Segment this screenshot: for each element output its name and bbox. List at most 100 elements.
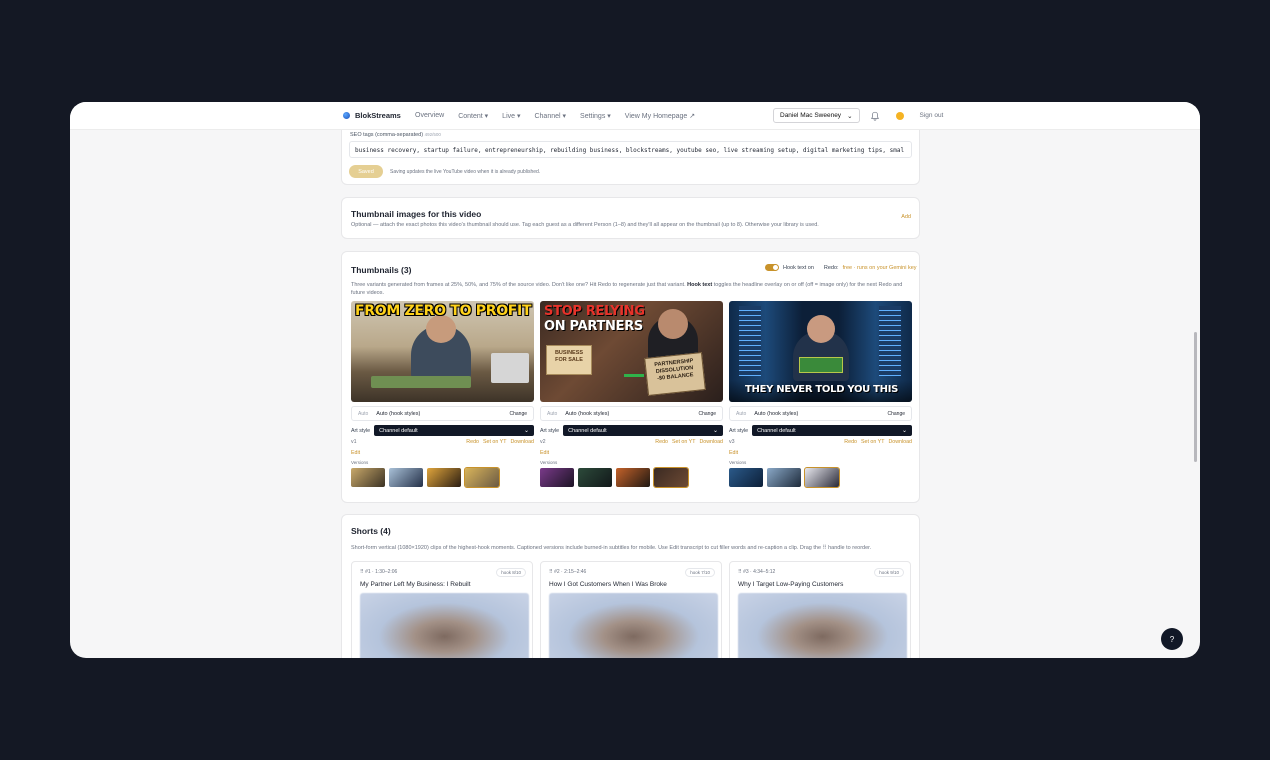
hook-style-value: Auto (hook styles) <box>754 410 799 417</box>
money-stack <box>371 376 471 388</box>
version-thumb[interactable] <box>540 468 574 487</box>
version-label: v3 <box>729 439 735 445</box>
redo-button[interactable]: Redo <box>466 439 479 445</box>
version-thumb-selected[interactable] <box>653 467 689 488</box>
nav-live[interactable]: Live ▾ <box>502 112 520 120</box>
version-thumb[interactable] <box>578 468 612 487</box>
user-select[interactable]: Daniel Mac Sweeney ⌄ <box>773 108 860 123</box>
short-video-preview[interactable] <box>549 593 718 658</box>
short-time: #1 · 1:30–2:06 <box>365 569 398 575</box>
shorts-card: Shorts (4) Short-form vertical (1080×192… <box>341 514 920 658</box>
edit-button[interactable]: Edit <box>729 450 912 456</box>
art-style-value: Channel default <box>379 427 418 434</box>
hook-score-badge: hook 9/10 <box>874 568 904 577</box>
art-style-select[interactable]: Channel default ⌄ <box>563 425 723 436</box>
chevron-down-icon: ⌄ <box>523 428 529 434</box>
change-button[interactable]: Change <box>698 411 716 417</box>
bell-icon[interactable] <box>870 111 880 121</box>
thumbnail-image-2[interactable]: BUSINESS FOR SALE PARTNERSHIP DISSOLUTION -… <box>540 301 723 402</box>
version-thumbs <box>729 467 912 488</box>
art-style-label: Art style <box>540 427 560 434</box>
add-images-button[interactable]: Add <box>901 214 911 220</box>
set-on-yt-button[interactable]: Set on YT <box>861 439 884 445</box>
versions-label: Versions <box>729 460 747 465</box>
short-title: How I Got Customers When I Was Broke <box>549 581 667 588</box>
art-style-value: Channel default <box>568 427 607 434</box>
drag-handle-icon[interactable]: ⠿ <box>360 569 364 575</box>
versions-label: Versions <box>351 460 369 465</box>
short-card[interactable]: ⠿ #2 · 2:15–2:46 hook 7/10 How I Got Cus… <box>540 561 722 658</box>
art-style-label: Art style <box>351 427 371 434</box>
thumbnail-variant-3: THEY NEVER TOLD YOU THIS Auto Auto (hook… <box>729 301 912 488</box>
art-style-row: Art style Channel default ⌄ <box>729 425 912 436</box>
version-thumb[interactable] <box>389 468 423 487</box>
versions-label: Versions <box>540 460 558 465</box>
hook-text-toggle[interactable] <box>765 264 779 271</box>
hook-style-value: Auto (hook styles) <box>376 410 421 417</box>
thumbnail-images-desc: Optional — attach the exact photos this … <box>351 222 819 228</box>
version-thumb-selected[interactable] <box>804 467 840 488</box>
short-title: My Partner Left My Business: I Rebuilt <box>360 581 471 588</box>
thumbnail-variant-1: FROM ZERO TO PROFIT Auto Auto (hook styl… <box>351 301 534 488</box>
short-card[interactable]: ⠿ #1 · 1:30–2:06 hook 8/10 My Partner Le… <box>351 561 533 658</box>
version-thumb-selected[interactable] <box>464 467 500 488</box>
download-button[interactable]: Download <box>699 439 723 445</box>
version-thumb[interactable] <box>616 468 650 487</box>
change-button[interactable]: Change <box>887 411 905 417</box>
change-button[interactable]: Change <box>509 411 527 417</box>
save-button[interactable]: Saved <box>349 165 383 178</box>
seo-tags-input[interactable]: business recovery, startup failure, entr… <box>349 141 912 158</box>
short-time: #3 · 4:34–5:12 <box>743 569 776 575</box>
short-title: Why I Target Low-Paying Customers <box>738 581 844 588</box>
set-on-yt-button[interactable]: Set on YT <box>672 439 695 445</box>
redo-button[interactable]: Redo <box>844 439 857 445</box>
thumbnails-desc-b: Hook text <box>687 282 713 288</box>
version-thumb[interactable] <box>427 468 461 487</box>
art-style-row: Art style Channel default ⌄ <box>351 425 534 436</box>
short-video-preview[interactable] <box>738 593 907 658</box>
art-style-select[interactable]: Channel default ⌄ <box>374 425 534 436</box>
thumbnail-image-3[interactable]: THEY NEVER TOLD YOU THIS <box>729 301 912 402</box>
set-on-yt-button[interactable]: Set on YT <box>483 439 506 445</box>
thumbnail-image-1[interactable]: FROM ZERO TO PROFIT <box>351 301 534 402</box>
partnership-sign: PARTNERSHIP DISSOLUTION -$0 BALANCE <box>644 352 706 396</box>
alert-icon[interactable] <box>895 111 904 120</box>
art-style-select[interactable]: Channel default ⌄ <box>752 425 912 436</box>
version-thumb[interactable] <box>767 468 801 487</box>
brand-name: BlokStreams <box>355 111 401 120</box>
server-rack <box>879 306 901 376</box>
hook-text-toggle-row: Hook text on Redo: free · runs on your G… <box>765 264 917 271</box>
circuit-board <box>799 357 843 373</box>
short-video-preview[interactable] <box>360 593 529 658</box>
version-row: v3 Redo Set on YT Download <box>729 439 912 445</box>
scrollbar[interactable] <box>1194 332 1197 462</box>
edit-button[interactable]: Edit <box>540 450 723 456</box>
help-button[interactable]: ? <box>1161 628 1183 650</box>
short-card[interactable]: ⠿ #3 · 4:34–5:12 hook 9/10 Why I Target … <box>729 561 911 658</box>
nav-overview[interactable]: Overview <box>415 112 444 120</box>
nav-settings[interactable]: Settings ▾ <box>580 112 611 120</box>
version-row: v2 Redo Set on YT Download <box>540 439 723 445</box>
short-meta: ⠿ #1 · 1:30–2:06 <box>360 569 397 575</box>
drag-handle-icon[interactable]: ⠿ <box>738 569 742 575</box>
person-head <box>658 309 688 339</box>
nav-content[interactable]: Content ▾ <box>458 112 488 120</box>
short-time: #2 · 2:15–2:46 <box>554 569 587 575</box>
brand[interactable]: BlokStreams <box>343 111 401 120</box>
sign-text: BUSINESS <box>554 350 584 356</box>
version-thumb[interactable] <box>351 468 385 487</box>
nav-view-homepage[interactable]: View My Homepage ↗ <box>625 112 695 120</box>
signout-link[interactable]: Sign out <box>920 112 944 119</box>
main-content: SEO tags (comma-separated) 492/500 busin… <box>70 130 1200 658</box>
edit-button[interactable]: Edit <box>351 450 534 456</box>
drag-handle-icon[interactable]: ⠿ <box>549 569 553 575</box>
version-row: v1 Redo Set on YT Download <box>351 439 534 445</box>
thumbnails-desc-a: Three variants generated from frames at … <box>351 282 686 288</box>
version-thumb[interactable] <box>729 468 763 487</box>
download-button[interactable]: Download <box>888 439 912 445</box>
nav-channel[interactable]: Channel ▾ <box>534 112 566 120</box>
chevron-down-icon: ⌄ <box>847 112 853 120</box>
short-meta: ⠿ #2 · 2:15–2:46 <box>549 569 586 575</box>
redo-button[interactable]: Redo <box>655 439 668 445</box>
download-button[interactable]: Download <box>510 439 534 445</box>
